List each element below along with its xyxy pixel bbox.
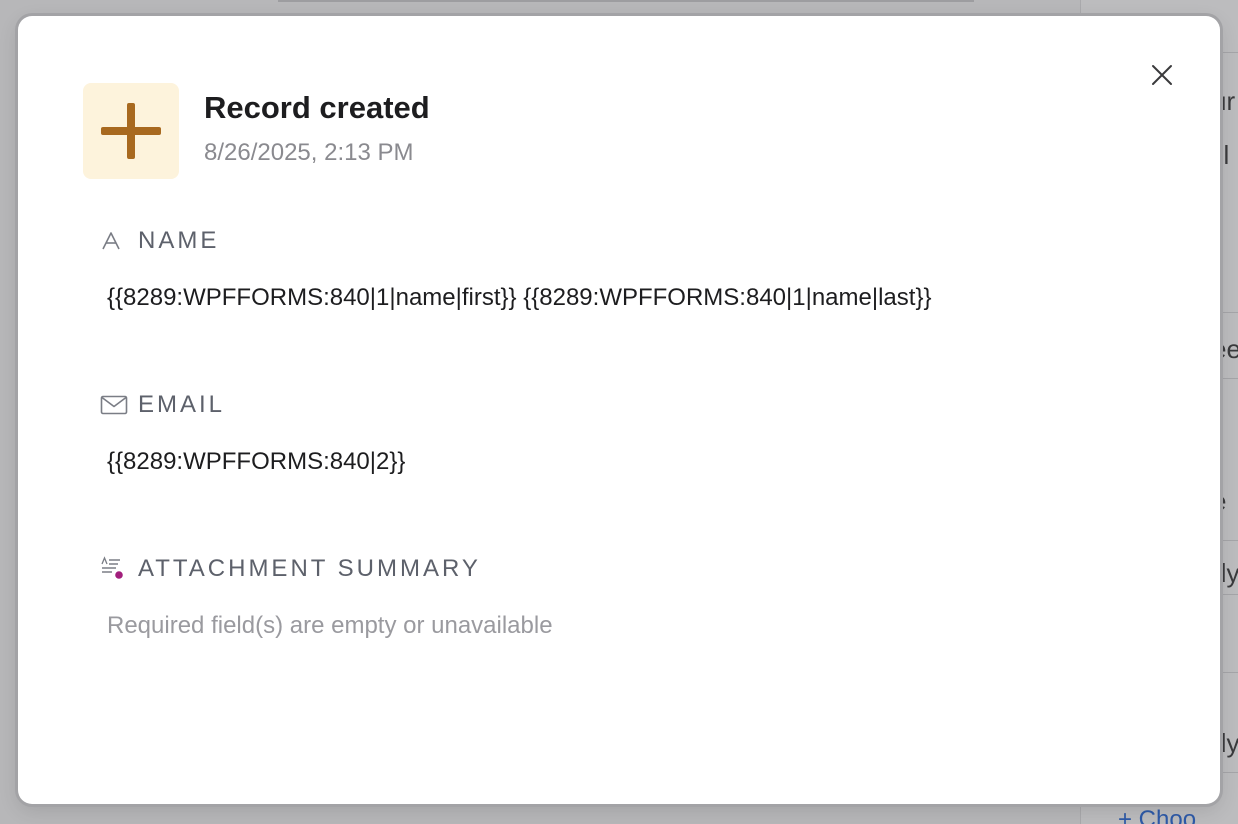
envelope-icon: [100, 390, 130, 420]
background-top-bar: [278, 0, 974, 2]
background-choose-link[interactable]: + Choo: [1118, 806, 1196, 824]
record-created-badge: [83, 83, 179, 179]
field-value: Required field(s) are empty or unavailab…: [107, 612, 553, 639]
field-label: ATTACHMENT SUMMARY: [138, 555, 481, 582]
ai-summary-icon: [100, 554, 130, 584]
record-timestamp: 8/26/2025, 2:13 PM: [204, 139, 414, 166]
record-detail-modal: Record created 8/26/2025, 2:13 PM NAME {…: [18, 16, 1220, 804]
field-value: {{8289:WPFFORMS:840|1|name|first}} {{828…: [107, 284, 932, 311]
close-icon[interactable]: [1149, 62, 1175, 88]
field-label: NAME: [138, 227, 220, 254]
text-field-icon: [100, 226, 130, 256]
field-label: EMAIL: [138, 391, 226, 418]
modal-title: Record created: [204, 90, 430, 125]
field-value: {{8289:WPFFORMS:840|2}}: [107, 448, 406, 475]
plus-icon: [101, 103, 161, 159]
